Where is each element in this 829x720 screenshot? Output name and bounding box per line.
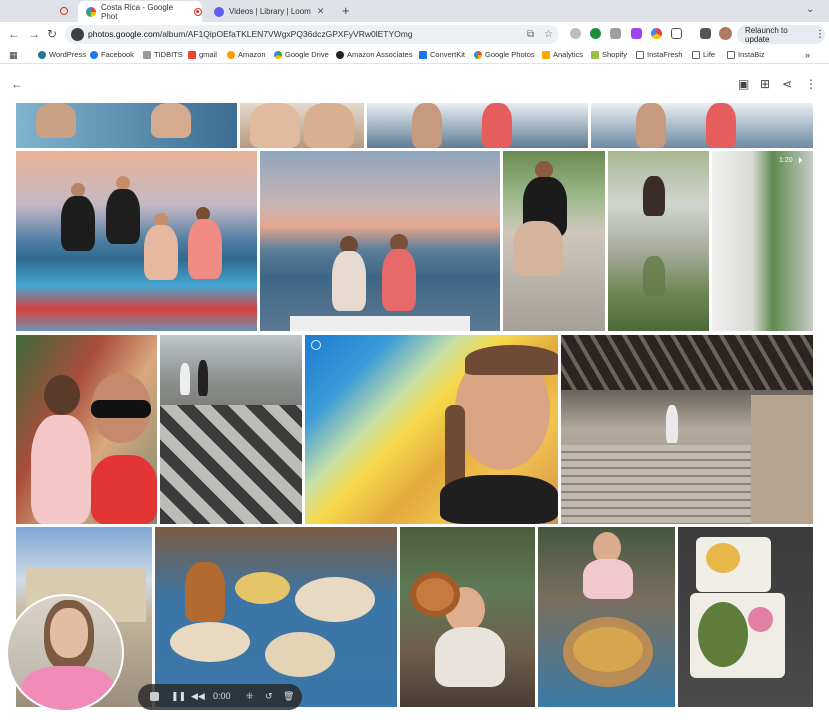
back-arrow-icon[interactable]: ← xyxy=(11,77,23,91)
bookmark-google-photos[interactable]: Google Photos xyxy=(474,50,535,59)
bookmark-folder-instabiz[interactable]: InstaBiz xyxy=(727,50,765,59)
address-bar[interactable]: photos.google.com/album/AF1QipOEfaTKLEN7… xyxy=(65,25,559,44)
bookmark-facebook[interactable]: Facebook xyxy=(90,50,134,59)
photo-tile-selected[interactable] xyxy=(305,335,558,524)
bookmark-folder-life[interactable]: Life xyxy=(692,50,715,59)
record-icon xyxy=(60,7,68,15)
puzzle-icon[interactable] xyxy=(671,28,682,39)
bookmark-shopify[interactable]: Shopify xyxy=(591,50,627,59)
relaunch-button[interactable]: Relaunch to update ⋮ xyxy=(737,25,825,44)
new-tab-button[interactable]: + xyxy=(342,3,350,18)
photo-tile[interactable] xyxy=(16,335,157,524)
media-control-icon[interactable] xyxy=(700,28,711,39)
stop-recording-icon[interactable] xyxy=(150,692,159,701)
tab-title: Costa Rica - Google Phot xyxy=(101,2,174,21)
restart-icon[interactable]: ↺ xyxy=(265,691,273,702)
photo-tile[interactable] xyxy=(16,151,257,331)
photo-tile[interactable] xyxy=(608,151,709,331)
bookmark-wordpress[interactable]: WordPress xyxy=(38,50,86,59)
tab-title: Videos | Library | Loom xyxy=(229,7,311,16)
url-text: photos.google.com/album/AF1QipOEfaTKLEN7… xyxy=(88,29,413,39)
photo-tile[interactable] xyxy=(16,103,237,148)
photo-tile[interactable] xyxy=(561,335,813,524)
loom-timer: 0:00 xyxy=(213,691,231,701)
extension-icon[interactable] xyxy=(570,28,581,39)
extension-icon[interactable] xyxy=(631,28,642,39)
more-bookmarks-icon[interactable]: » xyxy=(805,50,810,60)
photo-tile-video[interactable]: 1:20 ⏵ xyxy=(712,151,813,331)
bookmark-amazon-associates[interactable]: Amazon Associates xyxy=(336,50,412,59)
drag-handle-icon[interactable]: ⁜ xyxy=(246,691,254,702)
bookmark-star-icon[interactable]: ☆ xyxy=(544,29,553,40)
google-photos-icon xyxy=(86,6,96,17)
site-info-icon[interactable] xyxy=(71,28,84,41)
grammar-extension-icon[interactable] xyxy=(590,28,601,39)
bookmark-gmail[interactable]: gmail xyxy=(188,50,217,59)
select-check-icon[interactable] xyxy=(311,340,321,350)
loom-control-bar: ❚❚ ◀◀ 0:00 ⁜ ↺ 🗑 xyxy=(138,684,302,710)
back-icon[interactable]: ← xyxy=(8,27,20,41)
photo-tile[interactable] xyxy=(155,527,397,707)
bookmark-google-drive[interactable]: Google Drive xyxy=(274,50,329,59)
loom-camera-bubble[interactable] xyxy=(6,594,124,712)
photo-tile[interactable] xyxy=(160,335,302,524)
browser-toolbar: ← → ↻ photos.google.com/album/AF1QipOEfa… xyxy=(0,22,829,47)
photo-tile[interactable] xyxy=(538,527,675,707)
share-icon[interactable]: ⋖ xyxy=(782,77,792,91)
bookmark-convertkit[interactable]: ConvertKit xyxy=(419,50,465,59)
bookmark-amazon[interactable]: Amazon xyxy=(227,50,266,59)
recording-icon xyxy=(194,7,202,16)
trash-icon[interactable]: 🗑 xyxy=(283,691,294,702)
tab-search-chevron-icon[interactable]: ⌄ xyxy=(806,4,814,15)
shopping-bag-icon[interactable]: ▣ xyxy=(738,77,749,91)
extension-icon[interactable] xyxy=(610,28,621,39)
bookmark-tidbits[interactable]: TIDBITS xyxy=(143,50,183,59)
apps-grid-icon[interactable]: ▦ xyxy=(9,50,18,61)
rewind-icon[interactable]: ◀◀ xyxy=(191,691,205,702)
photos-app-bar: ← ▣ ⊞ ⋖ ⋮ xyxy=(0,64,829,104)
photo-tile[interactable] xyxy=(400,527,535,707)
close-tab-icon[interactable]: ✕ xyxy=(317,6,325,17)
tab-strip: Costa Rica - Google Phot Videos | Librar… xyxy=(0,0,829,22)
more-vert-icon: ⋮ xyxy=(815,29,825,40)
photo-tile[interactable] xyxy=(591,103,813,148)
bookmark-folder-instafresh[interactable]: InstaFresh xyxy=(636,50,682,59)
play-icon: ⏵ xyxy=(798,155,803,165)
install-app-icon[interactable]: ⧉ xyxy=(527,29,534,40)
photo-tile[interactable] xyxy=(260,151,500,331)
tab-loom[interactable]: Videos | Library | Loom ✕ xyxy=(206,1,340,22)
photo-tile[interactable] xyxy=(240,103,364,148)
forward-icon[interactable]: → xyxy=(28,27,40,41)
extension-icon[interactable] xyxy=(651,28,662,39)
bookmark-analytics[interactable]: Analytics xyxy=(542,50,583,59)
more-options-icon[interactable]: ⋮ xyxy=(805,77,817,91)
video-duration: 1:20 xyxy=(779,157,793,164)
bookmarks-bar: ▦ WordPress Facebook TIDBITS gmail Amazo… xyxy=(0,47,829,64)
photo-tile[interactable] xyxy=(678,527,813,707)
photo-tile[interactable] xyxy=(367,103,588,148)
tab-costa-rica[interactable]: Costa Rica - Google Phot xyxy=(78,1,202,22)
loom-icon xyxy=(214,6,224,17)
add-to-album-icon[interactable]: ⊞ xyxy=(760,77,770,91)
reload-icon[interactable]: ↻ xyxy=(47,27,57,41)
photo-tile[interactable] xyxy=(503,151,605,331)
pause-icon[interactable]: ❚❚ xyxy=(171,691,186,702)
profile-avatar[interactable] xyxy=(719,27,732,40)
